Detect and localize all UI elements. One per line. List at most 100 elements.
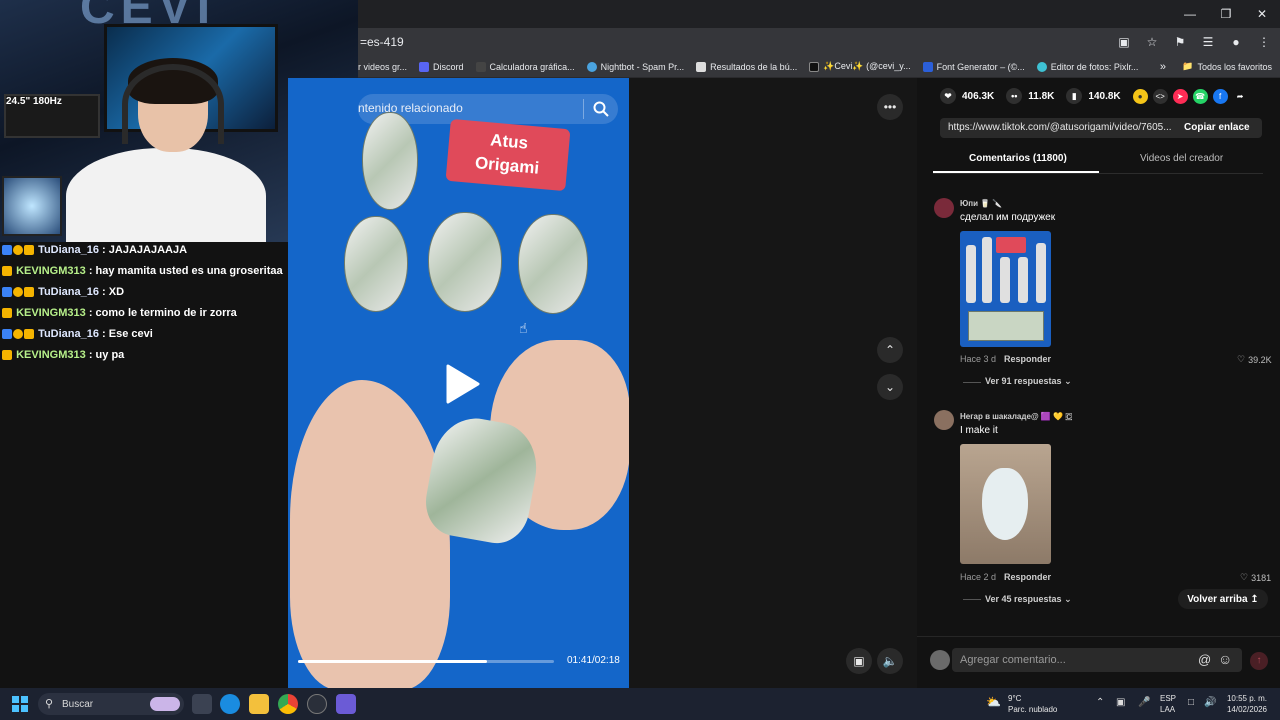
tray-app-icon[interactable]: ▣ bbox=[1116, 697, 1125, 708]
media-icon[interactable]: ☰ bbox=[1200, 35, 1216, 49]
send-comment-button[interactable]: ↑ bbox=[1250, 652, 1268, 670]
bookmark-item[interactable]: ✨Cevi✨ (@cevi_y... bbox=[809, 61, 911, 72]
bookmark-item[interactable]: Calculadora gráfica... bbox=[475, 61, 575, 72]
comment-likes[interactable]: ♡ 39.2K bbox=[1237, 354, 1272, 365]
clock-time[interactable]: 10:55 p. m. bbox=[1226, 694, 1268, 704]
clock-date[interactable]: 14/02/2026 bbox=[1226, 705, 1268, 715]
language-layout[interactable]: LAA bbox=[1160, 705, 1175, 715]
bookmark-item[interactable]: Resultados de la bú... bbox=[696, 61, 797, 72]
chat-username: TuDiana_16 bbox=[38, 244, 99, 256]
view-replies-button[interactable]: Ver 91 respuestas ⌄ bbox=[985, 376, 1072, 387]
heart-outline-icon: ♡ bbox=[1237, 354, 1246, 364]
origami-piece bbox=[1036, 243, 1046, 303]
embed-icon[interactable]: <> bbox=[1152, 88, 1168, 104]
language-code[interactable]: ESP bbox=[1160, 694, 1176, 704]
page-icon bbox=[696, 61, 707, 72]
pip-icon[interactable]: ▣ bbox=[846, 648, 872, 674]
coin-icon[interactable]: ● bbox=[1132, 88, 1148, 104]
video-progress-bar[interactable] bbox=[298, 660, 554, 663]
comment-image[interactable] bbox=[960, 444, 1051, 564]
image-sign bbox=[996, 237, 1026, 253]
volume-tray-icon[interactable]: 🔊 bbox=[1204, 697, 1216, 708]
search-icon[interactable] bbox=[592, 100, 610, 118]
chat-badges bbox=[2, 244, 35, 261]
bookmark-item[interactable]: r videos gr... bbox=[358, 62, 407, 72]
comment-likes[interactable]: ♡ 3181 bbox=[1240, 572, 1271, 583]
comment-username[interactable]: Негар в шакаладе@ 🟪 💛 🇨 bbox=[960, 412, 1072, 422]
send-icon[interactable]: ➤ bbox=[1172, 88, 1188, 104]
like-stat[interactable]: ❤ 406.3K bbox=[940, 88, 994, 104]
divider-line bbox=[963, 382, 981, 383]
bookmark-item[interactable]: Font Generator – (©... bbox=[922, 61, 1025, 72]
mention-icon[interactable]: @ bbox=[1198, 652, 1211, 667]
facebook-icon[interactable]: f bbox=[1212, 88, 1228, 104]
all-bookmarks[interactable]: 📁 Todos los favoritos bbox=[1182, 61, 1272, 72]
task-view-icon[interactable] bbox=[192, 694, 212, 714]
close-icon[interactable]: ✕ bbox=[1244, 0, 1280, 28]
window-controls: — ❐ ✕ bbox=[1172, 0, 1280, 28]
microphone-icon[interactable]: 🎤 bbox=[1138, 697, 1150, 708]
network-icon[interactable]: □ bbox=[1188, 697, 1194, 708]
menu-icon[interactable]: ⋮ bbox=[1256, 35, 1272, 49]
tab-comments[interactable]: Comentarios (11800) bbox=[969, 153, 1067, 164]
discord-icon bbox=[419, 61, 430, 72]
copy-link-button[interactable]: Copiar enlace bbox=[1184, 122, 1250, 133]
chat-message: KEVINGM313 : uy pa bbox=[2, 347, 286, 366]
restore-icon[interactable]: ❐ bbox=[1208, 0, 1244, 28]
reply-button[interactable]: Responder bbox=[1004, 572, 1051, 582]
volume-icon[interactable]: 🔈 bbox=[877, 648, 903, 674]
profile-avatar[interactable]: ● bbox=[1228, 35, 1244, 49]
avatar[interactable] bbox=[934, 410, 954, 430]
video-progress-fill bbox=[298, 660, 488, 663]
origami-piece bbox=[1018, 257, 1028, 303]
search-icon: ⚲ bbox=[45, 698, 54, 710]
obs-icon[interactable] bbox=[307, 694, 327, 714]
avatar[interactable] bbox=[934, 198, 954, 218]
chat-username: KEVINGM313 bbox=[16, 349, 86, 361]
share-icon[interactable]: ➦ bbox=[1233, 89, 1248, 104]
app-icon[interactable] bbox=[336, 694, 356, 714]
star-icon[interactable]: ☆ bbox=[1144, 35, 1160, 49]
chat-username: KEVINGM313 bbox=[16, 265, 86, 277]
chat-text: Ese cevi bbox=[108, 328, 153, 340]
comment-stat[interactable]: •• 11.8K bbox=[1006, 88, 1054, 104]
video-link[interactable]: https://www.tiktok.com/@atusorigami/vide… bbox=[948, 122, 1172, 133]
tray-chevron-icon[interactable]: ⌃ bbox=[1096, 697, 1104, 708]
chevron-up-icon[interactable]: ⌃ bbox=[877, 337, 903, 363]
view-replies-button[interactable]: Ver 45 respuestas ⌄ bbox=[985, 594, 1072, 605]
user-avatar[interactable] bbox=[930, 650, 950, 670]
extensions-icon[interactable]: ⚑ bbox=[1172, 35, 1188, 49]
cast-icon[interactable]: ▣ bbox=[1116, 35, 1132, 49]
whatsapp-icon[interactable]: ☎ bbox=[1192, 88, 1208, 104]
chevron-down-icon[interactable]: ⌄ bbox=[877, 374, 903, 400]
file-explorer-icon[interactable] bbox=[249, 694, 269, 714]
more-options-icon[interactable]: ••• bbox=[877, 94, 903, 120]
bookmark-icon: ▮ bbox=[1066, 88, 1083, 104]
play-icon[interactable] bbox=[440, 362, 484, 406]
comment-username[interactable]: Юпи 🥛 🔪 bbox=[960, 199, 1002, 208]
calculator-icon bbox=[475, 61, 486, 72]
bookmark-item[interactable]: Nightbot - Spam Pr... bbox=[586, 61, 684, 72]
chat-message: TuDiana_16 : Ese cevi bbox=[2, 326, 286, 345]
emoji-icon[interactable]: ☺ bbox=[1218, 651, 1232, 667]
windows-start-icon[interactable] bbox=[12, 696, 28, 712]
chat-text: XD bbox=[108, 286, 125, 298]
stream-chat: TuDiana_16 : JAJAJAJAAJA KEVINGM313 : ha… bbox=[0, 242, 288, 688]
address-bar[interactable]: =es-419 ▣ ☆ ⚑ ☰ ● ⋮ bbox=[358, 28, 1280, 56]
reply-button[interactable]: Responder bbox=[1004, 354, 1051, 364]
bookmark-item[interactable]: Editor de fotos: Pixlr... bbox=[1036, 61, 1138, 72]
weather-icon[interactable]: ⛅ bbox=[986, 695, 1001, 709]
chevron-right-icon[interactable]: » bbox=[1160, 61, 1166, 73]
comment-image[interactable] bbox=[960, 231, 1051, 347]
edge-icon[interactable] bbox=[220, 694, 240, 714]
url-text[interactable]: =es-419 bbox=[360, 35, 404, 49]
pc-case bbox=[2, 176, 62, 236]
back-to-top-button[interactable]: Volver arriba ↥ bbox=[1178, 589, 1268, 609]
bookmark-item[interactable]: Discord bbox=[419, 61, 464, 72]
minimize-icon[interactable]: — bbox=[1172, 0, 1208, 28]
search-divider bbox=[583, 99, 584, 119]
chrome-icon[interactable] bbox=[278, 694, 298, 714]
chat-message: TuDiana_16 : JAJAJAJAAJA bbox=[2, 242, 286, 261]
save-stat[interactable]: ▮ 140.8K bbox=[1066, 88, 1121, 104]
tab-creator-videos[interactable]: Videos del creador bbox=[1140, 153, 1223, 164]
